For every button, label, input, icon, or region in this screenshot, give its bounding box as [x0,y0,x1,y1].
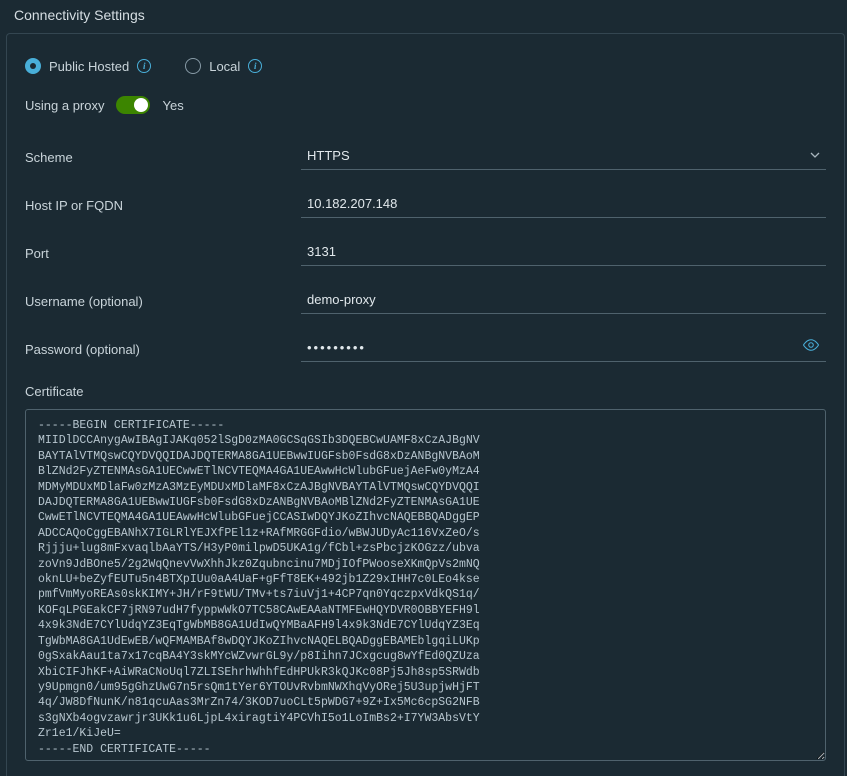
settings-panel: Public Hosted i Local i Using a proxy Ye… [6,33,845,776]
host-label: Host IP or FQDN [25,198,301,213]
radio-selected-icon [25,58,41,74]
page-title: Connectivity Settings [0,0,847,33]
info-icon[interactable]: i [137,59,151,73]
password-label: Password (optional) [25,342,301,357]
radio-unselected-icon [185,58,201,74]
radio-label: Public Hosted [49,59,129,74]
scheme-select[interactable]: HTTPS [301,144,826,170]
password-input[interactable]: ••••••••• [301,336,826,362]
certificate-label: Certificate [25,384,826,399]
proxy-label: Using a proxy [25,98,104,113]
port-input[interactable] [301,240,826,266]
proxy-toggle-row: Using a proxy Yes [25,96,826,114]
eye-icon[interactable] [802,338,820,355]
radio-label: Local [209,59,240,74]
proxy-toggle[interactable] [116,96,150,114]
connection-public-hosted-radio[interactable]: Public Hosted i [25,58,151,74]
scheme-label: Scheme [25,150,301,165]
connection-local-radio[interactable]: Local i [185,58,262,74]
info-icon[interactable]: i [248,59,262,73]
username-label: Username (optional) [25,294,301,309]
connection-type-group: Public Hosted i Local i [25,58,826,74]
proxy-state-label: Yes [162,98,183,113]
host-input[interactable] [301,192,826,218]
username-input[interactable] [301,288,826,314]
certificate-textarea[interactable] [25,409,826,761]
port-label: Port [25,246,301,261]
toggle-knob-icon [134,98,148,112]
